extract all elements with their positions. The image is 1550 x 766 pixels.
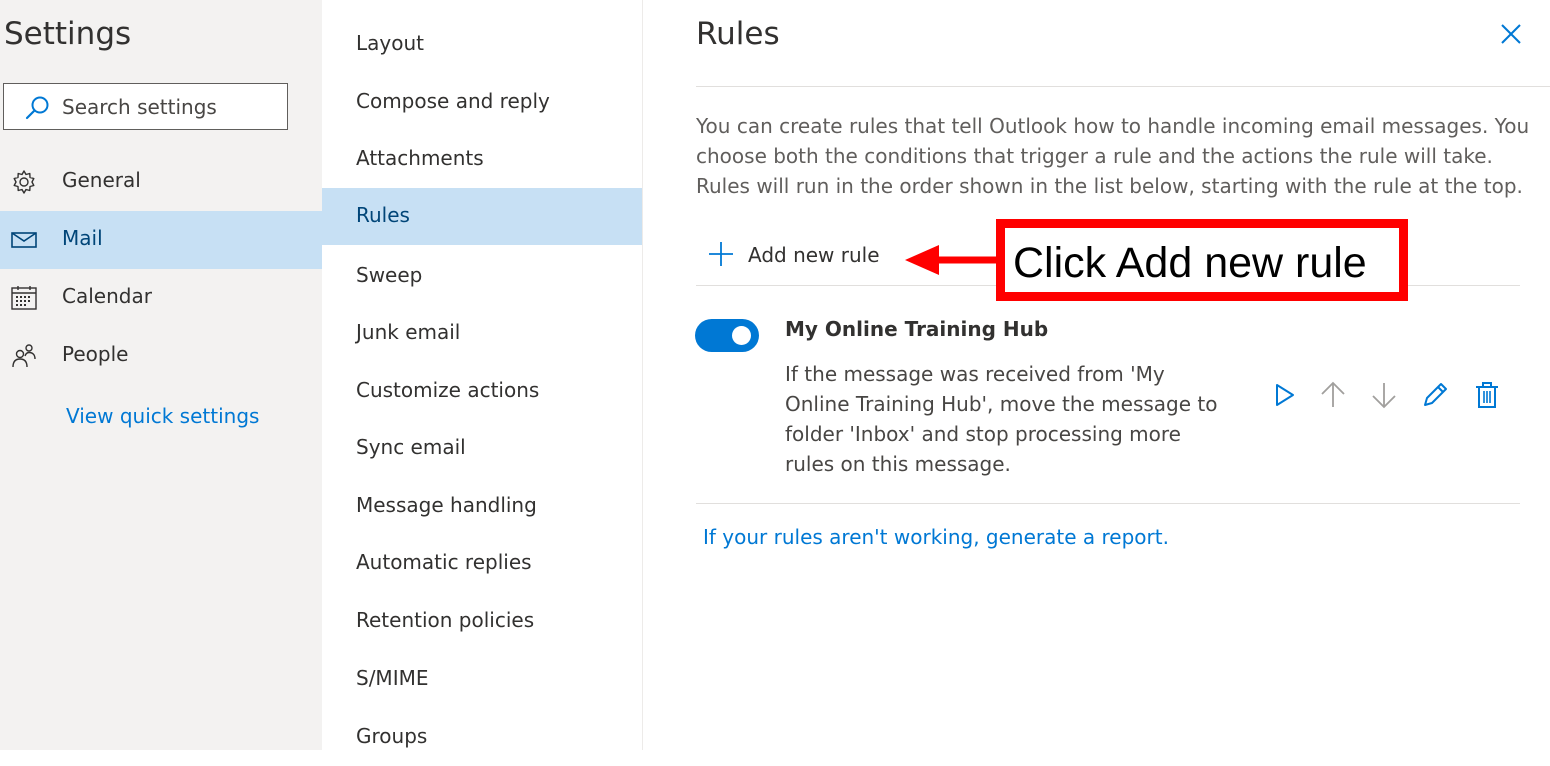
subcategory-label: S/MIME xyxy=(356,666,429,690)
subcategory-label: Retention policies xyxy=(356,608,535,632)
subcategory-label: Attachments xyxy=(356,146,484,170)
mail-icon xyxy=(10,226,38,254)
close-icon[interactable] xyxy=(1497,20,1525,48)
subcategory-retention-policies[interactable]: Retention policies xyxy=(322,593,642,650)
subcategory-sync-email[interactable]: Sync email xyxy=(322,420,642,477)
plus-icon xyxy=(706,239,736,269)
rule-enabled-toggle[interactable] xyxy=(695,319,759,352)
rules-description-line: Rules will run in the order shown in the… xyxy=(696,174,1523,198)
subcategory-junk-email[interactable]: Junk email xyxy=(322,305,642,362)
category-label: Mail xyxy=(62,226,103,250)
subcategory-smime[interactable]: S/MIME xyxy=(322,651,642,708)
subcategory-compose-and-reply[interactable]: Compose and reply xyxy=(322,74,642,131)
search-icon xyxy=(24,95,50,121)
people-icon xyxy=(10,342,38,370)
subcategory-groups[interactable]: Groups xyxy=(322,709,642,766)
pencil-icon[interactable] xyxy=(1419,379,1451,411)
gear-icon xyxy=(10,168,38,196)
subcategory-sweep[interactable]: Sweep xyxy=(322,248,642,305)
arrow-up-icon[interactable] xyxy=(1317,379,1349,411)
rule-description-line: rules on this message. xyxy=(785,452,1011,476)
mail-subcategory-list: Layout Compose and reply Attachments Rul… xyxy=(322,0,643,750)
subcategory-label: Rules xyxy=(356,203,410,227)
subcategory-label: Sweep xyxy=(356,263,423,287)
subcategory-label: Junk email xyxy=(356,320,461,344)
search-box[interactable] xyxy=(3,83,288,130)
category-mail[interactable]: Mail xyxy=(0,211,322,269)
add-new-rule-label: Add new rule xyxy=(748,243,880,267)
subcategory-customize-actions[interactable]: Customize actions xyxy=(322,363,642,420)
rules-list-bottom-divider xyxy=(696,503,1520,504)
trash-icon[interactable] xyxy=(1471,379,1503,411)
settings-title: Settings xyxy=(4,16,132,52)
calendar-icon xyxy=(10,284,38,312)
subcategory-label: Compose and reply xyxy=(356,89,550,113)
toggle-knob xyxy=(732,326,751,345)
view-quick-settings-link[interactable]: View quick settings xyxy=(66,404,259,428)
rule-name: My Online Training Hub xyxy=(785,317,1049,341)
subcategory-attachments[interactable]: Attachments xyxy=(322,131,642,188)
subcategory-layout[interactable]: Layout xyxy=(322,16,642,73)
callout-arrow-icon xyxy=(905,243,1001,277)
generate-report-link[interactable]: If your rules aren't working, generate a… xyxy=(703,525,1169,549)
subcategory-label: Customize actions xyxy=(356,378,540,402)
subcategory-label: Automatic replies xyxy=(356,550,532,574)
rules-description-line: You can create rules that tell Outlook h… xyxy=(696,114,1530,138)
category-label: People xyxy=(62,342,129,366)
subcategory-label: Groups xyxy=(356,724,428,748)
subcategory-automatic-replies[interactable]: Automatic replies xyxy=(322,535,642,592)
subcategory-rules[interactable]: Rules xyxy=(322,188,642,245)
subcategory-message-handling[interactable]: Message handling xyxy=(322,478,642,535)
rule-description-line: If the message was received from 'My xyxy=(785,362,1165,386)
rule-description-line: Online Training Hub', move the message t… xyxy=(785,392,1218,416)
play-icon[interactable] xyxy=(1268,379,1300,411)
arrow-down-icon[interactable] xyxy=(1368,379,1400,411)
annotation-text: Click Add new rule xyxy=(1013,239,1367,287)
category-label: General xyxy=(62,168,141,192)
search-input[interactable] xyxy=(62,84,282,129)
category-general[interactable]: General xyxy=(0,153,322,211)
annotation-callout: Click Add new rule xyxy=(996,219,1408,301)
settings-sidebar: Settings General Mail xyxy=(0,0,322,750)
category-label: Calendar xyxy=(62,284,152,308)
title-divider xyxy=(696,86,1550,87)
subcategory-label: Message handling xyxy=(356,493,537,517)
category-calendar[interactable]: Calendar xyxy=(0,269,322,327)
category-people[interactable]: People xyxy=(0,327,322,385)
rule-description-line: folder 'Inbox' and stop processing more xyxy=(785,422,1181,446)
rules-panel-title: Rules xyxy=(696,16,780,52)
subcategory-label: Sync email xyxy=(356,435,466,459)
subcategory-label: Layout xyxy=(356,31,424,55)
rules-description-line: choose both the conditions that trigger … xyxy=(696,144,1493,168)
add-new-rule-button[interactable]: Add new rule xyxy=(706,236,906,276)
